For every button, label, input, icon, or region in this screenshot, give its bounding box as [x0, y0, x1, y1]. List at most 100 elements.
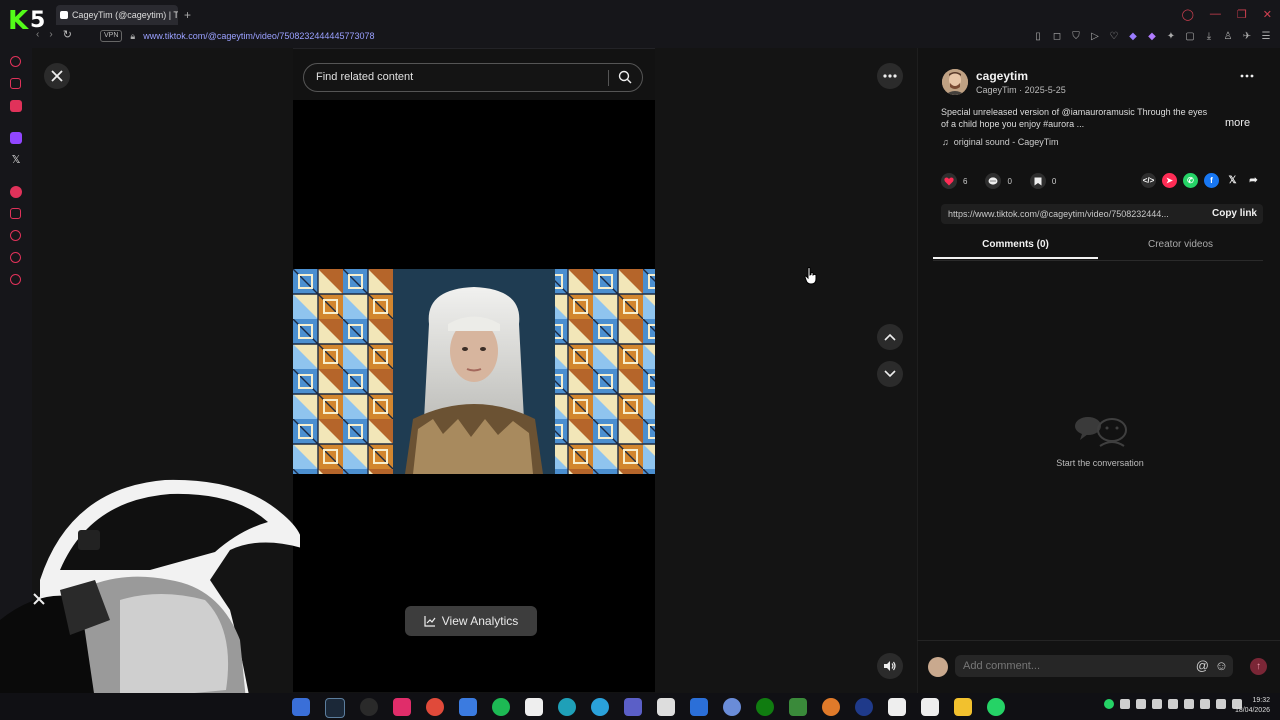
forward-icon[interactable]: › — [49, 29, 52, 40]
next-video-button[interactable] — [877, 361, 903, 387]
video-link-url[interactable]: https://www.tiktok.com/@cageytim/video/7… — [948, 209, 1190, 219]
embed-icon[interactable]: </> — [1141, 173, 1156, 188]
telegram-icon[interactable] — [591, 698, 609, 716]
video-more-button[interactable] — [877, 63, 903, 89]
address-bar[interactable]: VPN 🔒︎ www.tiktok.com/@cageytim/video/75… — [100, 30, 374, 42]
taskbar-app-icon[interactable] — [360, 698, 378, 716]
related-search-bar[interactable] — [303, 63, 643, 92]
twitch-icon[interactable] — [10, 132, 22, 144]
file-explorer-icon[interactable] — [954, 698, 972, 716]
tab-creator-videos[interactable]: Creator videos — [1098, 239, 1263, 250]
shield-icon[interactable]: ⛉ — [1070, 30, 1082, 42]
mention-icon[interactable]: @ — [1196, 658, 1209, 673]
volume-button[interactable] — [877, 653, 903, 679]
chrome-icon[interactable] — [426, 698, 444, 716]
settings-icon[interactable] — [10, 274, 21, 285]
tab-comments[interactable]: Comments (0) — [933, 239, 1098, 250]
back-icon[interactable]: ‹ — [36, 29, 39, 40]
sidebar-app-icon[interactable] — [10, 78, 21, 89]
tiktok-icon[interactable] — [393, 698, 411, 716]
search-input[interactable] — [314, 70, 598, 84]
menu-icon[interactable]: ☰ — [1260, 30, 1272, 42]
tray-icon[interactable] — [1152, 699, 1162, 709]
sidebar-app-icon[interactable] — [10, 186, 22, 198]
tray-icon[interactable] — [1184, 699, 1194, 709]
sound-link[interactable]: ♫ original sound - CageyTim — [942, 137, 1058, 147]
heart-icon[interactable]: ♡ — [1108, 30, 1120, 42]
new-tab-button[interactable]: + — [184, 8, 191, 22]
taskbar-app-icon[interactable] — [921, 698, 939, 716]
creator-avatar[interactable] — [942, 69, 968, 95]
send-to-friends-icon[interactable]: ➤ — [1162, 173, 1177, 188]
twitch-ext-icon[interactable]: ◆ — [1146, 30, 1158, 42]
music-note-icon: ♫ — [942, 137, 949, 147]
spotify-icon[interactable] — [492, 698, 510, 716]
tray-icon[interactable] — [1120, 699, 1130, 709]
taskbar-app-icon[interactable] — [888, 698, 906, 716]
x-share-icon[interactable]: 𝕏 — [1225, 173, 1240, 188]
tray-icon[interactable] — [1168, 699, 1178, 709]
edge-icon[interactable] — [558, 698, 576, 716]
reload-icon[interactable]: ↻ — [63, 28, 72, 41]
search-icon[interactable] — [618, 70, 632, 84]
caption-more-link[interactable]: more — [1225, 117, 1250, 129]
url-text[interactable]: www.tiktok.com/@cageytim/video/750823244… — [143, 31, 374, 41]
teams-icon[interactable] — [624, 698, 642, 716]
copy-link-button[interactable]: Copy link — [1212, 208, 1257, 219]
whatsapp-icon[interactable]: ✆ — [1183, 173, 1198, 188]
previous-video-button[interactable] — [877, 324, 903, 350]
taskbar-app-icon[interactable] — [690, 698, 708, 716]
sidebar-app-icon[interactable] — [10, 100, 22, 112]
search-tabs-icon[interactable]: ◯ — [1182, 8, 1194, 21]
clock[interactable]: 19:32 18/04/2026 — [1235, 696, 1270, 716]
bookmark-icon[interactable]: ▯ — [1032, 30, 1044, 42]
save-action[interactable]: 0 — [1029, 173, 1056, 189]
ai-icon[interactable]: ✈ — [1241, 30, 1253, 42]
xbox-icon[interactable] — [756, 698, 774, 716]
puzzle-icon[interactable]: ✦ — [1165, 30, 1177, 42]
minimize-button[interactable]: — — [1210, 8, 1221, 21]
history-icon[interactable] — [10, 230, 21, 241]
wifi-icon[interactable] — [1200, 699, 1210, 709]
post-more-button[interactable] — [1240, 74, 1254, 78]
volume-tray-icon[interactable] — [1216, 699, 1226, 709]
maximize-button[interactable]: ❐ — [1237, 8, 1247, 21]
like-action[interactable]: 6 — [941, 173, 967, 189]
sidebar-app-icon[interactable] — [10, 56, 21, 67]
creator-username[interactable]: cageytim — [976, 69, 1028, 83]
taskbar-app-icon[interactable] — [822, 698, 840, 716]
ellipsis-icon — [1240, 74, 1254, 78]
steam-icon[interactable] — [325, 698, 345, 718]
view-analytics-button[interactable]: View Analytics — [405, 606, 537, 636]
comment-box[interactable]: @ ☺ — [955, 655, 1233, 677]
box-icon[interactable]: ▢ — [1184, 30, 1196, 42]
sidebar-app-icon[interactable] — [10, 208, 21, 219]
taskbar-app-icon[interactable] — [723, 698, 741, 716]
screenshot-icon[interactable]: ◻ — [1051, 30, 1063, 42]
play-icon[interactable]: ▷ — [1089, 30, 1101, 42]
profile-icon[interactable]: ♙ — [1222, 30, 1234, 42]
close-window-button[interactable]: ✕ — [1263, 8, 1272, 21]
sidebar-app-icon[interactable] — [10, 252, 21, 263]
taskbar-app-icon[interactable] — [525, 698, 543, 716]
x-icon[interactable]: 𝕏 — [10, 154, 22, 166]
taskbar-app-icon[interactable] — [657, 698, 675, 716]
post-comment-button[interactable]: ↑ — [1250, 658, 1267, 675]
taskbar-app-icon[interactable] — [292, 698, 310, 716]
emoji-icon[interactable]: ☺ — [1215, 658, 1228, 673]
taskbar-app-icon[interactable] — [855, 698, 873, 716]
browser-tab[interactable]: CageyTim (@cageytim) | T — [56, 5, 178, 25]
vpn-badge[interactable]: VPN — [100, 30, 123, 42]
taskbar-app-icon[interactable] — [789, 698, 807, 716]
comment-action[interactable]: 0 — [985, 173, 1012, 189]
taskbar-app-icon[interactable] — [459, 698, 477, 716]
tray-icon[interactable] — [1136, 699, 1146, 709]
comment-input[interactable] — [961, 659, 1185, 673]
share-arrow-icon[interactable]: ➦ — [1246, 173, 1261, 188]
whatsapp-tray-icon[interactable] — [1104, 699, 1114, 709]
whatsapp-taskbar-icon[interactable] — [987, 698, 1005, 716]
facebook-icon[interactable]: f — [1204, 173, 1219, 188]
download-icon[interactable]: ⤓ — [1203, 30, 1215, 42]
extension-purple-icon[interactable]: ◆ — [1127, 30, 1139, 42]
close-button[interactable] — [44, 63, 70, 89]
